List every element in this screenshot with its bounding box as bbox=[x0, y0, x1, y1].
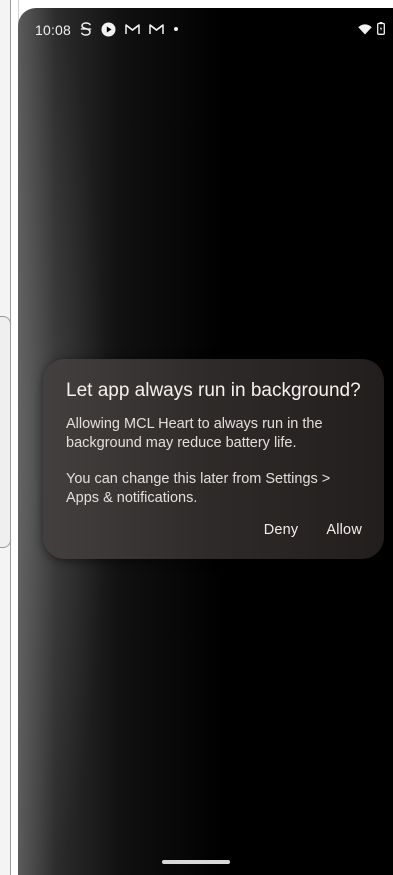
home-gesture-bar[interactable] bbox=[162, 860, 230, 864]
notification-icons bbox=[80, 21, 179, 37]
gmail-icon bbox=[125, 21, 140, 37]
dot-icon bbox=[173, 21, 179, 37]
play-circle-icon bbox=[101, 21, 116, 37]
allow-button[interactable]: Allow bbox=[326, 522, 362, 538]
status-time: 10:08 bbox=[35, 22, 72, 38]
wifi-icon bbox=[358, 22, 372, 40]
deny-button[interactable]: Deny bbox=[264, 522, 299, 538]
system-icons bbox=[358, 22, 385, 40]
dialog-actions: Deny Allow bbox=[264, 522, 362, 538]
battery-icon bbox=[377, 22, 385, 40]
phone-screen: 10:08 Let app always run in background? … bbox=[18, 8, 393, 875]
background-permission-dialog: Let app always run in background? Allowi… bbox=[43, 359, 384, 559]
dialog-message: Allowing MCL Heart to always run in the … bbox=[66, 415, 364, 525]
gmail-icon bbox=[149, 21, 164, 37]
dialog-message-battery: Allowing MCL Heart to always run in the … bbox=[66, 416, 323, 451]
device-frame: 10:08 Let app always run in background? … bbox=[0, 0, 393, 875]
s-app-icon bbox=[80, 21, 92, 37]
dialog-title: Let app always run in background? bbox=[66, 380, 361, 401]
status-bar: 10:08 bbox=[18, 8, 393, 52]
previous-screen-edge bbox=[0, 0, 19, 875]
dialog-message-settings: You can change this later from Settings … bbox=[66, 471, 331, 506]
